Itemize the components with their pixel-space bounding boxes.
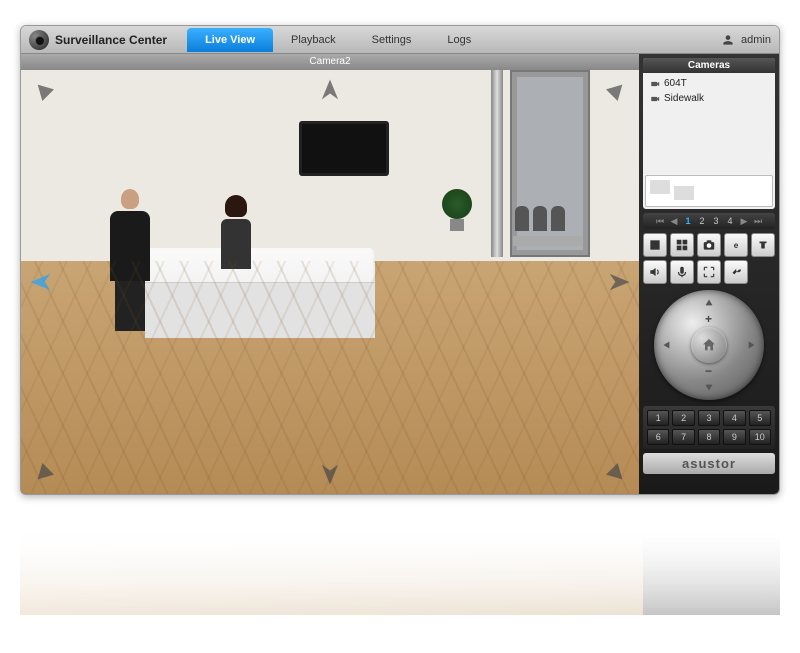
camera-list: 604T Sidewalk <box>643 73 775 173</box>
brand-label: asustor <box>643 453 775 474</box>
user-name: admin <box>741 34 771 46</box>
video-feed <box>21 70 639 494</box>
app-title: Surveillance Center <box>55 33 167 47</box>
camera-item-sidewalk[interactable]: Sidewalk <box>646 91 772 106</box>
layout-grid-button[interactable] <box>670 233 694 257</box>
ptz-wheel: + − <box>654 290 764 400</box>
layout-preview[interactable] <box>645 175 773 207</box>
preset-5[interactable]: 5 <box>749 410 771 426</box>
ptz-pan-se[interactable] <box>599 456 627 484</box>
ptz-tilt-down[interactable] <box>702 380 716 394</box>
tab-live-view[interactable]: Live View <box>187 28 273 52</box>
cameras-header: Cameras <box>643 58 775 73</box>
page-next[interactable]: ▶ <box>738 215 750 227</box>
ptz-pan-ne[interactable] <box>599 80 627 108</box>
video-viewport: Camera2 <box>21 54 639 494</box>
page-2[interactable]: 2 <box>696 215 708 227</box>
preset-7[interactable]: 7 <box>672 429 694 445</box>
cameras-box: Cameras 604T Sidewalk <box>643 58 775 209</box>
page-4[interactable]: 4 <box>724 215 736 227</box>
ptz-pan-w[interactable] <box>27 268 55 296</box>
page-last[interactable]: ⏭ <box>752 215 764 227</box>
app-window: Surveillance Center Live View Playback S… <box>20 25 780 495</box>
toolbar-grid: e <box>643 233 775 284</box>
snapshot-button[interactable] <box>697 233 721 257</box>
camera-item-604t[interactable]: 604T <box>646 76 772 91</box>
ptz-pan-n[interactable] <box>316 76 344 104</box>
ptz-pan-sw[interactable] <box>33 456 61 484</box>
ptz-pan-nw[interactable] <box>33 80 61 108</box>
zoom-in-icon[interactable]: + <box>705 312 712 326</box>
preset-2[interactable]: 2 <box>672 410 694 426</box>
preset-pad: 1 2 3 4 5 6 7 8 9 10 <box>643 406 775 449</box>
reflection <box>20 495 780 615</box>
preset-9[interactable]: 9 <box>723 429 745 445</box>
preset-10[interactable]: 10 <box>749 429 771 445</box>
ptz-pan-left[interactable] <box>660 338 674 352</box>
page-first[interactable]: ⏮ <box>654 215 666 227</box>
user-area[interactable]: admin <box>721 33 771 47</box>
topbar: Surveillance Center Live View Playback S… <box>21 26 779 54</box>
main-area: Camera2 <box>21 54 779 494</box>
user-icon <box>721 33 735 47</box>
camera-item-label: 604T <box>664 78 687 89</box>
preset-8[interactable]: 8 <box>698 429 720 445</box>
camera-label: Camera2 <box>21 54 639 70</box>
tab-logs[interactable]: Logs <box>429 28 489 52</box>
tab-playback[interactable]: Playback <box>273 28 354 52</box>
ptz-pan-right[interactable] <box>744 338 758 352</box>
mic-button[interactable] <box>670 260 694 284</box>
pagination-bar: ⏮ ◀ 1 2 3 4 ▶ ⏭ <box>643 213 775 229</box>
record-button[interactable] <box>751 233 775 257</box>
tab-settings[interactable]: Settings <box>354 28 430 52</box>
camera-icon <box>650 79 660 89</box>
svg-text:e: e <box>734 241 739 250</box>
page-3[interactable]: 3 <box>710 215 722 227</box>
page-1[interactable]: 1 <box>682 215 694 227</box>
preset-6[interactable]: 6 <box>647 429 669 445</box>
layout-single-button[interactable] <box>643 233 667 257</box>
tools-button[interactable] <box>724 260 748 284</box>
page-prev[interactable]: ◀ <box>668 215 680 227</box>
ptz-pan-s[interactable] <box>316 460 344 488</box>
preset-3[interactable]: 3 <box>698 410 720 426</box>
camera-item-label: Sidewalk <box>664 93 704 104</box>
fullscreen-button[interactable] <box>697 260 721 284</box>
speaker-button[interactable] <box>643 260 667 284</box>
ptz-pan-e[interactable] <box>605 268 633 296</box>
nav-tabs: Live View Playback Settings Logs <box>187 28 489 52</box>
preset-4[interactable]: 4 <box>723 410 745 426</box>
ptz-tilt-up[interactable] <box>702 296 716 310</box>
preset-1[interactable]: 1 <box>647 410 669 426</box>
zoom-out-icon[interactable]: − <box>705 364 712 378</box>
estream-button[interactable]: e <box>724 233 748 257</box>
camera-icon <box>650 94 660 104</box>
app-icon <box>29 30 49 50</box>
ptz-home-button[interactable] <box>691 327 727 363</box>
control-panel: Cameras 604T Sidewalk ⏮ ◀ 1 2 <box>639 54 779 494</box>
